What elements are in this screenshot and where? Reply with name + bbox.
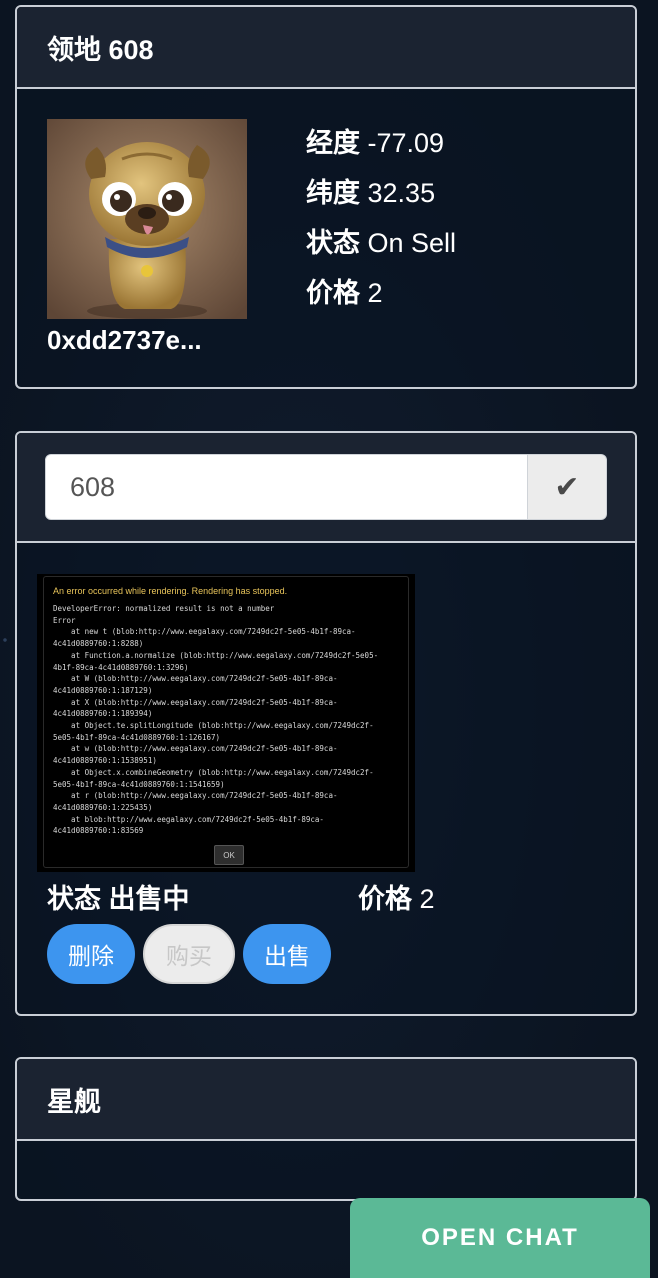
land-panel-header: 领地 608 [17,7,635,89]
owner-avatar [47,119,247,319]
starship-panel: 星舰 [15,1057,637,1201]
listing-status-value: 出售中 [108,884,190,914]
error-ok-button: OK [214,845,244,865]
check-icon: ✔ [554,470,580,504]
listing-status-label: 状态 [47,884,101,914]
listing-price-label: 价格 [358,884,412,914]
search-panel-header: ✔ [17,433,635,543]
price-row: 价格 2 [306,271,383,310]
latitude-row: 纬度 32.35 [306,171,435,210]
error-header: An error occurred while rendering. Rende… [53,586,288,596]
render-error-image: An error occurred while rendering. Rende… [37,574,415,872]
land-info-panel: 领地 608 0xdd2737e... 经度 -77.09 纬度 32.35 状… [15,5,637,389]
listing-price-value: 2 [419,884,435,914]
longitude-label: 经度 [306,128,360,158]
listing-price: 价格 2 [358,877,435,916]
price-value: 2 [367,278,383,308]
search-group: ✔ [45,454,607,520]
status-row: 状态 On Sell [306,221,456,260]
longitude-row: 经度 -77.09 [306,121,444,160]
price-label: 价格 [306,278,360,308]
owner-address: 0xdd2737e... [47,325,202,355]
pug-figure-image [47,119,247,319]
buy-button[interactable]: 购买 [143,924,235,984]
listing-status: 状态 出售中 [47,877,190,916]
latitude-label: 纬度 [306,178,360,208]
land-id-input[interactable] [45,454,528,520]
delete-button[interactable]: 删除 [47,924,135,984]
error-dialog: An error occurred while rendering. Rende… [43,576,409,868]
land-panel-title: 领地 608 [47,34,154,65]
longitude-value: -77.09 [367,128,445,158]
starship-panel-title: 星舰 [47,1086,101,1117]
starship-panel-header: 星舰 [17,1059,635,1141]
submit-button[interactable]: ✔ [528,454,607,520]
open-chat-button[interactable]: OPEN CHAT [350,1198,650,1278]
error-stack-trace: DeveloperError: normalized result is not… [53,604,379,836]
status-label: 状态 [306,228,360,258]
status-value: On Sell [367,228,457,258]
land-search-panel: ✔ An error occurred while rendering. Ren… [15,431,637,1016]
latitude-value: 32.35 [367,178,436,208]
sell-button[interactable]: 出售 [243,924,331,984]
